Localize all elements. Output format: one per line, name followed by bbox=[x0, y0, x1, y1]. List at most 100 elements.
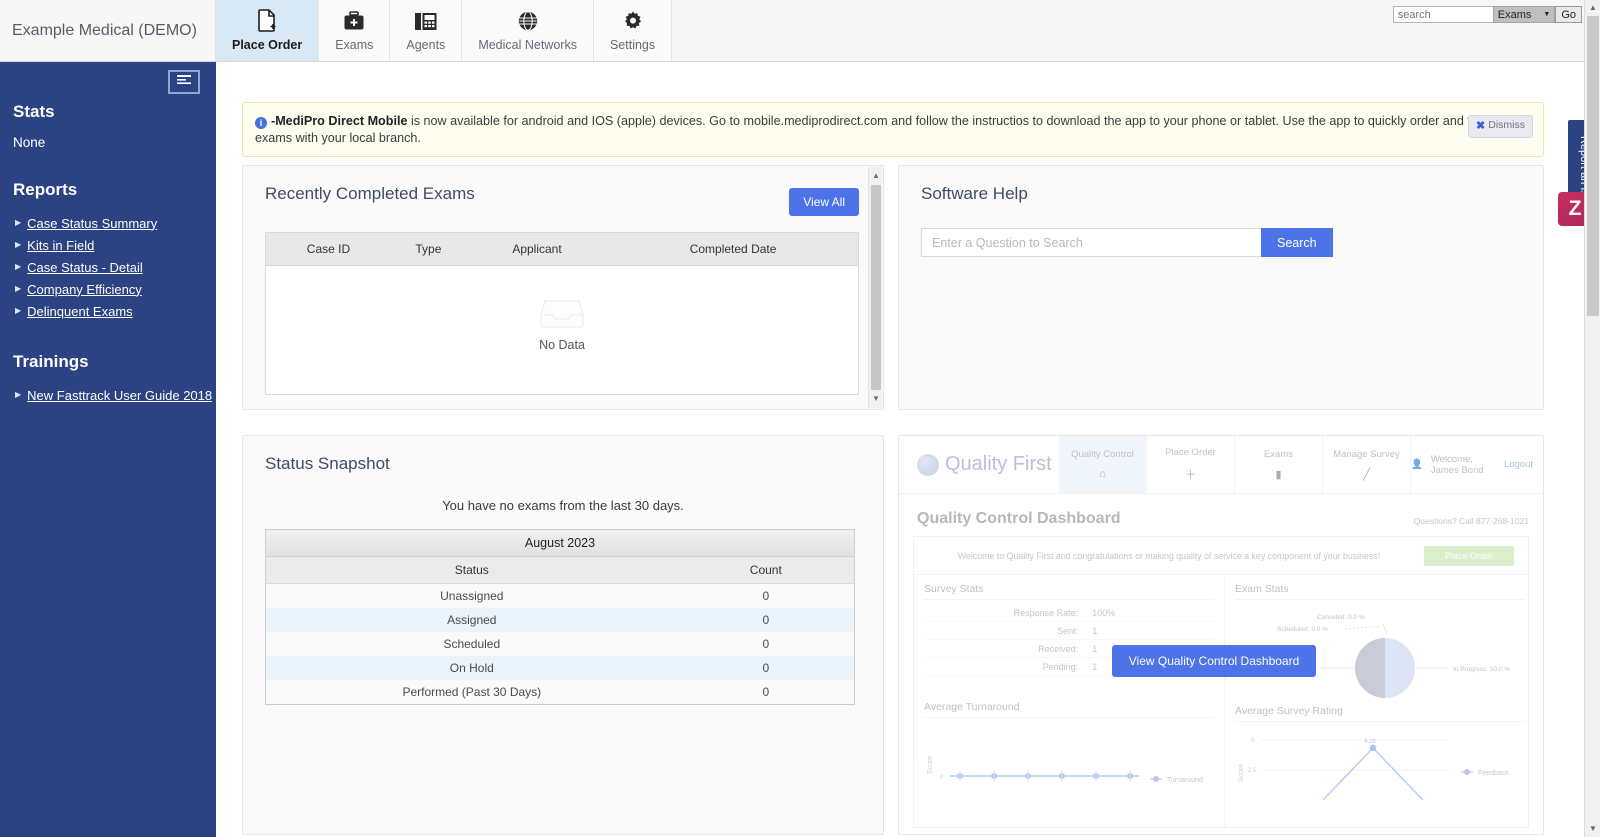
recently-completed-exams-card: Recently Completed Exams View All Case I… bbox=[242, 165, 884, 410]
quality-first-preview-card[interactable]: Quality First Quality Control ⌂ Place Or… bbox=[898, 435, 1544, 835]
qf-tab-manage-survey[interactable]: Manage Survey ╱ bbox=[1323, 436, 1411, 493]
qf-tab-place-order[interactable]: Place Order ＋ bbox=[1147, 436, 1235, 493]
qf-stat-value: 1 bbox=[1092, 661, 1098, 672]
status-snapshot-table: August 2023 Status Count Unassigned 0 As… bbox=[265, 529, 855, 705]
sidebar-item-delinquent-exams[interactable]: ▶ Delinquent Exams bbox=[0, 300, 216, 322]
globe-icon bbox=[517, 9, 539, 33]
sidebar-item-label: Company Efficiency bbox=[27, 281, 142, 297]
nav-item-place-order[interactable]: Place Order bbox=[216, 0, 320, 61]
search-go-button[interactable]: Go bbox=[1555, 6, 1582, 23]
svg-text:Score: Score bbox=[1238, 764, 1245, 782]
sidebar-trainings-list: ▶ New Fasttrack User Guide 2018 bbox=[0, 384, 216, 406]
caret-right-icon: ▶ bbox=[15, 262, 22, 271]
qf-logo-text: Quality First bbox=[945, 453, 1052, 475]
status-snapshot-card: Status Snapshot You have no exams from t… bbox=[242, 435, 884, 835]
recent-exams-table: Case ID Type Applicant Completed Date No… bbox=[265, 232, 859, 395]
sidebar-toggle-button[interactable] bbox=[168, 70, 200, 94]
sidebar-item-kits-in-field[interactable]: ▶ Kits in Field bbox=[0, 234, 216, 256]
sidebar-item-case-status-summary[interactable]: ▶ Case Status Summary bbox=[0, 212, 216, 234]
avg-survey-rating-line-chart: Score 5 2.5 4.29 Feedback bbox=[1238, 738, 1509, 801]
svg-text:Turnaround: Turnaround bbox=[1167, 777, 1203, 784]
sidebar-item-label: Kits in Field bbox=[27, 237, 95, 253]
qf-stat-value: 1 bbox=[1092, 625, 1098, 636]
sidebar-item-label: Case Status - Detail bbox=[27, 259, 143, 275]
help-search-input[interactable] bbox=[921, 228, 1261, 257]
nav-label: Settings bbox=[609, 38, 656, 52]
scrollbar-thumb[interactable] bbox=[871, 185, 881, 390]
scroll-up-icon[interactable]: ▲ bbox=[869, 169, 883, 183]
qf-grid: Survey Stats Response Rate: 100% Sent: 1 bbox=[914, 575, 1528, 827]
avg-turnaround-line-chart: Score 0 Turnaround bbox=[927, 756, 1203, 784]
empty-state: No Data bbox=[266, 266, 858, 381]
status-label: Assigned bbox=[266, 608, 678, 632]
table-row: On Hold 0 bbox=[266, 656, 854, 680]
qf-stat-key: Sent: bbox=[1057, 625, 1079, 636]
qf-tab-exams[interactable]: Exams ▮ bbox=[1235, 436, 1323, 493]
column-header-status: Status bbox=[266, 556, 678, 584]
nav-label: Exams bbox=[335, 38, 374, 52]
page-scrollbar[interactable]: ▲ ▼ bbox=[1584, 0, 1600, 837]
scroll-down-icon[interactable]: ▼ bbox=[1585, 821, 1600, 837]
caret-right-icon: ▶ bbox=[15, 284, 22, 293]
quality-first-screenshot: Quality First Quality Control ⌂ Place Or… bbox=[899, 436, 1543, 834]
status-label: Unassigned bbox=[440, 589, 504, 603]
view-quality-control-dashboard-button[interactable]: View Quality Control Dashboard bbox=[1112, 645, 1316, 677]
chevron-down-icon: ▼ bbox=[1543, 11, 1551, 18]
banner-text: is now available for android and IOS (ap… bbox=[255, 114, 1523, 145]
brand-title: Example Medical (DEMO) bbox=[0, 0, 216, 61]
search-scope-value: Exams bbox=[1497, 8, 1532, 21]
help-search-button[interactable]: Search bbox=[1261, 228, 1333, 257]
qf-avg-turnaround-title: Average Turnaround bbox=[924, 701, 1214, 718]
nav-item-settings[interactable]: Settings bbox=[593, 0, 673, 61]
qf-welcome-line: Welcome to Quality First and congratulat… bbox=[957, 550, 1381, 561]
announcement-banner: i -MediPro Direct Mobile is now available… bbox=[242, 102, 1544, 158]
status-label: On Hold bbox=[266, 656, 678, 680]
qf-exam-stats: Exam Stats Canceled: 0.0 % Scheduled: 0.… bbox=[1235, 583, 1525, 705]
nav-item-agents[interactable]: Agents bbox=[390, 0, 463, 61]
search-input[interactable] bbox=[1392, 6, 1493, 23]
nav-item-medical-networks[interactable]: Medical Networks bbox=[462, 0, 594, 61]
user-icon: 👤 bbox=[1411, 459, 1423, 470]
view-all-button[interactable]: View All bbox=[789, 188, 859, 216]
qf-right-column: Exam Stats Canceled: 0.0 % Scheduled: 0.… bbox=[1224, 575, 1535, 827]
caret-right-icon: ▶ bbox=[15, 306, 22, 315]
sidebar: Stats None Reports ▶ Case Status Summary… bbox=[0, 62, 216, 837]
scroll-up-icon[interactable]: ▲ bbox=[1585, 0, 1600, 16]
sidebar-item-new-fasttrack-user-guide[interactable]: ▶ New Fasttrack User Guide 2018 bbox=[0, 384, 216, 406]
sidebar-item-company-efficiency[interactable]: ▶ Company Efficiency bbox=[0, 278, 216, 300]
qf-welcome-user: Welcome, James Bond bbox=[1430, 453, 1484, 476]
dismiss-label: Dismiss bbox=[1488, 119, 1525, 132]
qf-user-area: 👤 Welcome, James Bond Logout bbox=[1411, 436, 1543, 493]
qf-place-order-button[interactable]: Place Order bbox=[1424, 545, 1514, 566]
scroll-down-icon[interactable]: ▼ bbox=[869, 392, 883, 406]
status-count: 0 bbox=[762, 589, 770, 603]
table-row: Performed (Past 30 Days) 0 bbox=[266, 680, 854, 704]
nav-item-exams[interactable]: Exams bbox=[319, 0, 391, 61]
table-row: Assigned 0 bbox=[266, 608, 854, 632]
scrollbar-thumb[interactable] bbox=[1587, 16, 1599, 316]
qf-logout-link[interactable]: Logout bbox=[1504, 459, 1533, 470]
qf-stat-row: Response Rate: 100% bbox=[924, 604, 1214, 622]
search-scope-select[interactable]: Exams ▼ bbox=[1492, 6, 1556, 23]
nav-label: Agents bbox=[406, 38, 446, 52]
column-header-count: Count bbox=[677, 556, 854, 584]
qf-nav: Quality First Quality Control ⌂ Place Or… bbox=[899, 436, 1543, 494]
qf-avg-survey-chart: Average Survey Rating Score 5 2.5 4.29 F… bbox=[1235, 705, 1525, 819]
dismiss-button[interactable]: ✖ Dismiss bbox=[1468, 115, 1533, 138]
sidebar-item-case-status-detail[interactable]: ▶ Case Status - Detail bbox=[0, 256, 216, 278]
qf-left-column: Survey Stats Response Rate: 100% Sent: 1 bbox=[914, 575, 1224, 827]
recent-exams-scrollbar[interactable]: ▲ ▼ bbox=[868, 167, 882, 408]
svg-text:Feedback: Feedback bbox=[1478, 770, 1509, 777]
caret-right-icon: ▶ bbox=[15, 390, 22, 399]
inbox-icon bbox=[540, 295, 584, 332]
qf-survey-stats: Survey Stats Response Rate: 100% Sent: 1 bbox=[924, 583, 1214, 701]
status-count: 0 bbox=[677, 656, 854, 680]
column-header-completed-date: Completed Date bbox=[608, 233, 858, 266]
qf-tab-quality-control[interactable]: Quality Control ⌂ bbox=[1059, 436, 1147, 493]
status-count: 0 bbox=[762, 685, 770, 699]
close-icon: ✖ bbox=[1476, 120, 1486, 132]
software-help-card: Software Help Search bbox=[898, 165, 1544, 410]
svg-text:Score: Score bbox=[927, 756, 934, 774]
month-label: August 2023 bbox=[266, 530, 854, 557]
qf-tab-label: Quality Control bbox=[1071, 449, 1134, 460]
